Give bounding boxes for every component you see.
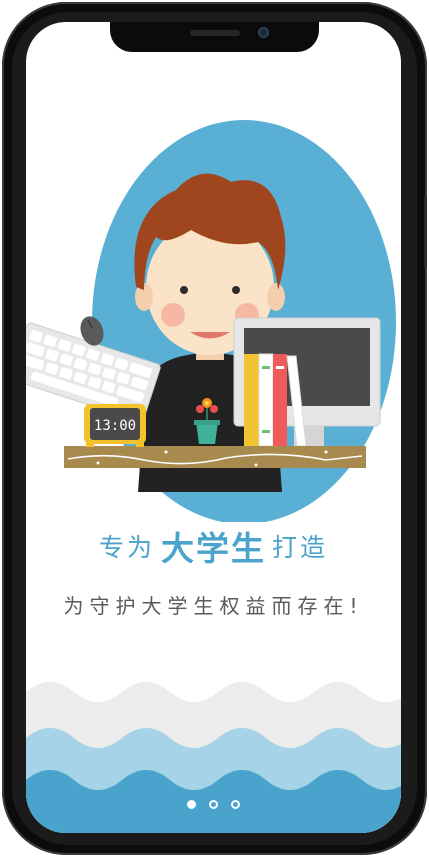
side-button xyxy=(424,197,427,267)
headline-prefix: 专为 xyxy=(98,533,155,562)
camera-icon xyxy=(258,27,269,38)
book-icon xyxy=(244,353,307,447)
clock-time: 13:00 xyxy=(94,418,136,434)
headline: 专为 大学生 打造 xyxy=(26,522,401,570)
headline-suffix: 打造 xyxy=(272,533,329,562)
illustration: 13:00 xyxy=(26,120,396,522)
headline-highlight: 大学生 xyxy=(161,529,266,568)
desk xyxy=(64,446,366,468)
page-dot-3[interactable] xyxy=(231,800,241,809)
subtitle: 为守护大学生权益而存在! xyxy=(63,594,364,618)
onboarding-screen: 13:00 专为 大学生 打造 为守护大学生权益而存在! xyxy=(26,22,401,833)
clock-icon: 13:00 xyxy=(84,404,146,447)
page-dot-1[interactable] xyxy=(186,800,196,809)
speaker xyxy=(190,30,240,36)
page-dot-2[interactable] xyxy=(209,800,218,809)
page-indicator xyxy=(26,794,401,813)
notch xyxy=(110,22,319,52)
